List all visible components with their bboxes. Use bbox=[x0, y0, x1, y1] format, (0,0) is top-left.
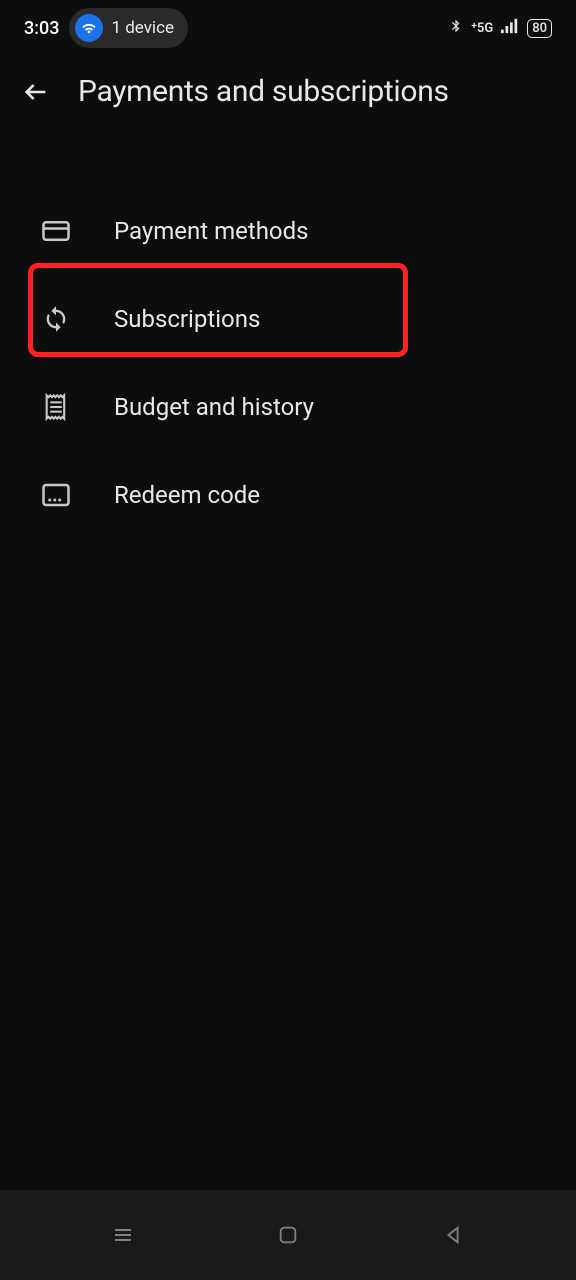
menu-item-redeem-code[interactable]: Redeem code bbox=[0, 451, 576, 539]
menu-item-payment-methods[interactable]: Payment methods bbox=[0, 187, 576, 275]
status-bar: 3:03 1 device +5G 80 bbox=[0, 0, 576, 56]
receipt-icon bbox=[40, 391, 72, 423]
clock-time: 3:03 bbox=[24, 18, 59, 39]
network-type-label: +5G bbox=[471, 21, 493, 36]
signal-icon bbox=[501, 18, 519, 38]
menu-label: Budget and history bbox=[114, 393, 314, 421]
menu-label: Redeem code bbox=[114, 481, 260, 509]
nav-back-button[interactable] bbox=[433, 1215, 473, 1255]
app-header: Payments and subscriptions bbox=[0, 56, 576, 127]
status-left: 3:03 1 device bbox=[24, 8, 188, 48]
system-nav-bar bbox=[0, 1190, 576, 1280]
back-button[interactable] bbox=[20, 76, 52, 108]
credit-card-icon bbox=[40, 215, 72, 247]
code-box-icon bbox=[40, 479, 72, 511]
bluetooth-icon bbox=[449, 17, 463, 39]
menu-label: Subscriptions bbox=[114, 305, 260, 333]
nav-home-button[interactable] bbox=[268, 1215, 308, 1255]
page-title: Payments and subscriptions bbox=[78, 74, 449, 109]
menu-list: Payment methods Subscriptions Budget and… bbox=[0, 127, 576, 539]
battery-level: 80 bbox=[527, 19, 552, 38]
menu-item-budget-history[interactable]: Budget and history bbox=[0, 363, 576, 451]
device-pill[interactable]: 1 device bbox=[69, 8, 188, 48]
sync-icon bbox=[40, 303, 72, 335]
menu-item-subscriptions[interactable]: Subscriptions bbox=[0, 275, 576, 363]
device-count-label: 1 device bbox=[111, 18, 174, 38]
status-right: +5G 80 bbox=[449, 17, 552, 39]
menu-label: Payment methods bbox=[114, 217, 309, 245]
wifi-icon bbox=[75, 14, 103, 42]
nav-recent-button[interactable] bbox=[103, 1215, 143, 1255]
